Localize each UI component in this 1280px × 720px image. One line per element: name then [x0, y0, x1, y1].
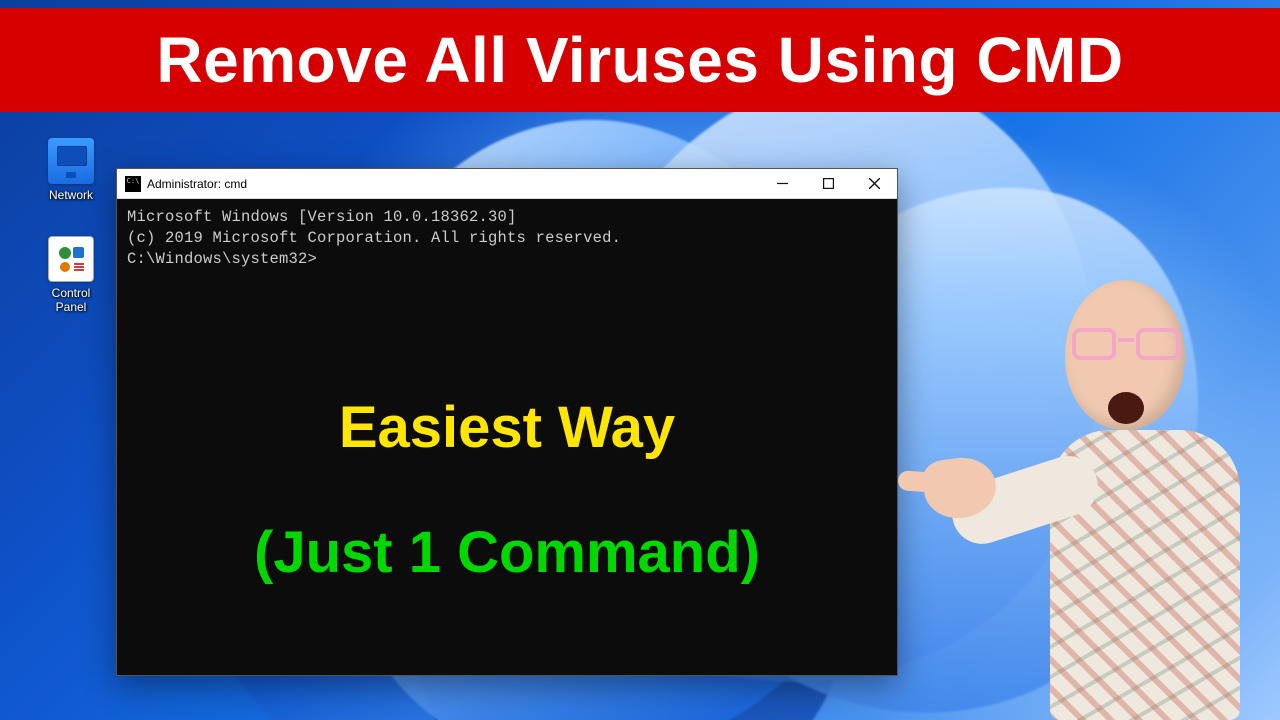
- overlay-caption-1: Easiest Way: [117, 394, 897, 461]
- headline-banner: Remove All Viruses Using CMD: [0, 8, 1280, 112]
- close-button[interactable]: [851, 169, 897, 199]
- cmd-prompt-line: C:\Windows\system32>: [127, 249, 887, 270]
- desktop-icon-label: Network: [28, 188, 114, 202]
- desktop-icon-control-panel[interactable]: Control Panel: [28, 236, 114, 315]
- cmd-window-title: Administrator: cmd: [147, 177, 247, 191]
- maximize-button[interactable]: [805, 169, 851, 199]
- cmd-output-line: (c) 2019 Microsoft Corporation. All righ…: [127, 228, 887, 249]
- overlay-caption-2: (Just 1 Command): [117, 519, 897, 586]
- cmd-titlebar[interactable]: C:\ Administrator: cmd: [117, 169, 897, 199]
- desktop-icon-network[interactable]: Network: [28, 138, 114, 202]
- network-icon: [48, 138, 94, 184]
- cmd-body[interactable]: Microsoft Windows [Version 10.0.18362.30…: [117, 199, 897, 675]
- cmd-icon: C:\: [125, 176, 141, 192]
- minimize-button[interactable]: [759, 169, 805, 199]
- cmd-output-line: Microsoft Windows [Version 10.0.18362.30…: [127, 207, 887, 228]
- control-panel-icon: [48, 236, 94, 282]
- headline-text: Remove All Viruses Using CMD: [156, 23, 1123, 97]
- desktop-icon-label: Control Panel: [28, 286, 114, 315]
- cmd-window: C:\ Administrator: cmd Microsoft Windows…: [116, 168, 898, 676]
